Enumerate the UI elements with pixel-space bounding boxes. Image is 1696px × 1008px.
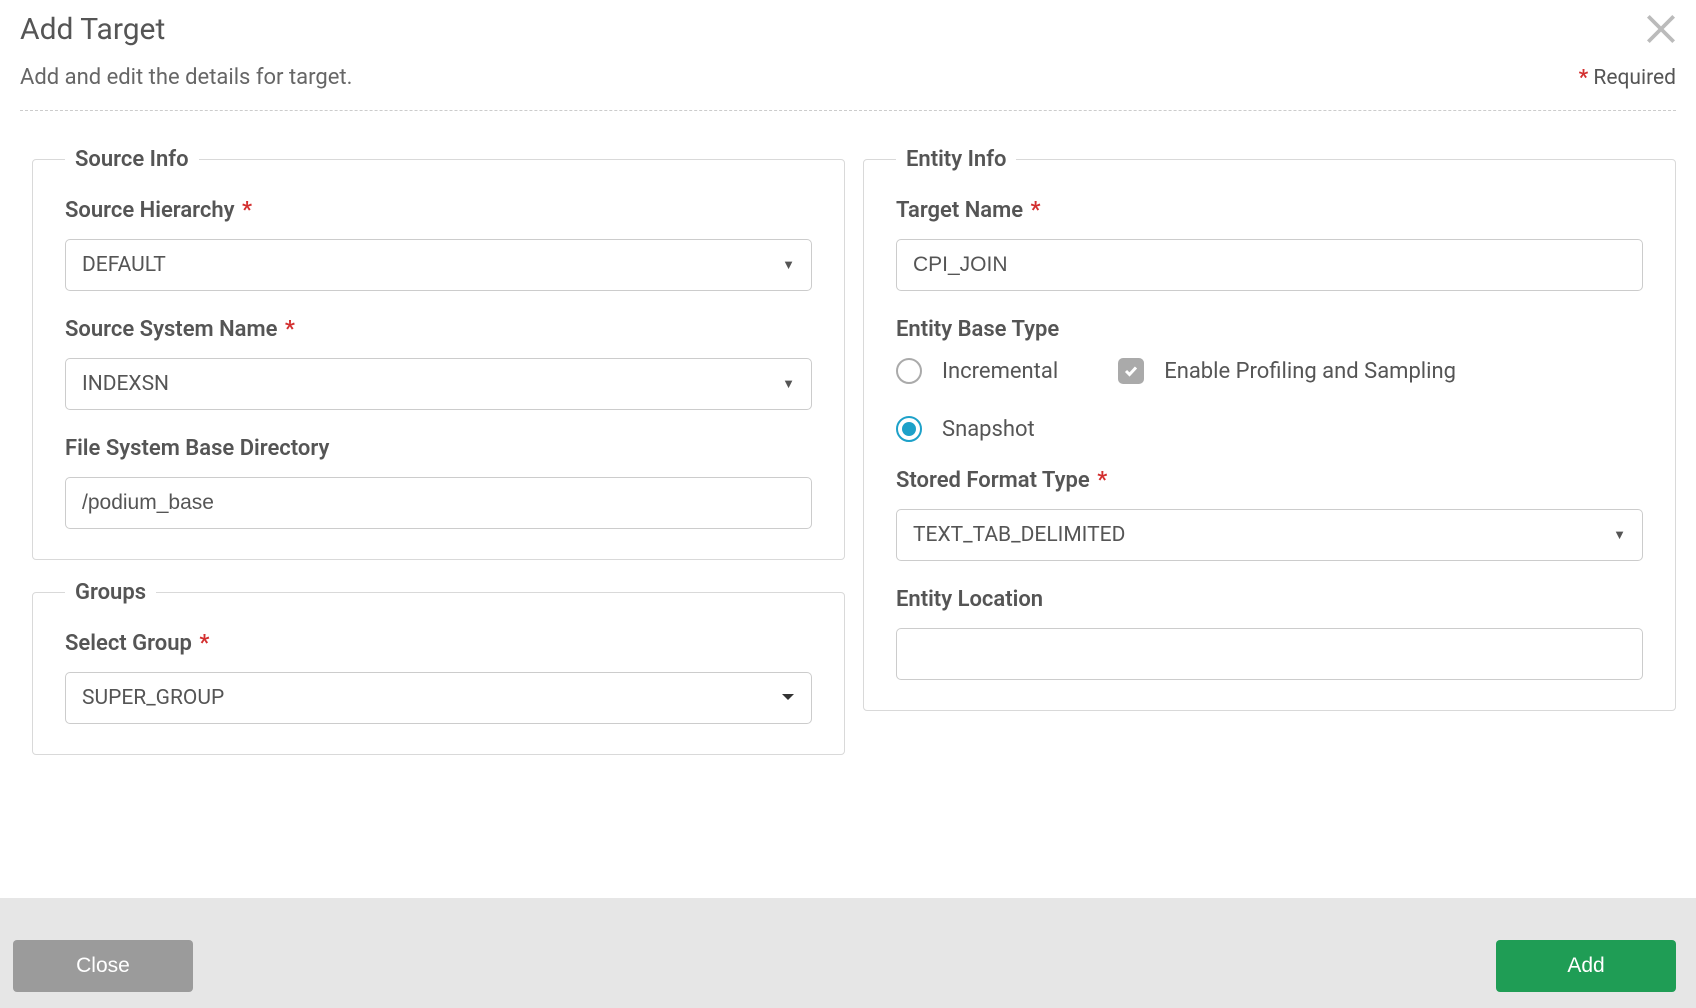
- chevron-down-icon: ▼: [1613, 527, 1626, 543]
- add-button[interactable]: Add: [1496, 940, 1676, 992]
- base-directory-input[interactable]: [65, 477, 812, 529]
- radio-unchecked-icon: [896, 358, 922, 384]
- entity-info-legend: Entity Info: [896, 147, 1016, 172]
- entity-location-label: Entity Location: [896, 587, 1643, 612]
- stored-format-select[interactable]: TEXT_TAB_DELIMITED ▼: [896, 509, 1643, 561]
- enable-profiling-label: Enable Profiling and Sampling: [1164, 359, 1456, 384]
- entity-base-type-field: Entity Base Type Incremental Snapshot: [896, 317, 1643, 442]
- base-directory-label: File System Base Directory: [65, 436, 812, 461]
- snapshot-radio-label: Snapshot: [942, 417, 1035, 442]
- dialog-title: Add Target: [20, 12, 1676, 47]
- source-system-field: Source System Name * INDEXSN ▼: [65, 317, 812, 410]
- chevron-down-icon: [781, 691, 795, 706]
- chevron-down-icon: ▼: [782, 257, 795, 273]
- required-asterisk: *: [1097, 468, 1107, 493]
- close-icon[interactable]: [1642, 10, 1680, 52]
- dialog-footer: Close Add: [0, 898, 1696, 1008]
- entity-info-fieldset: Entity Info Target Name * Entity Base Ty…: [863, 147, 1676, 711]
- snapshot-radio[interactable]: Snapshot: [896, 416, 1058, 442]
- source-hierarchy-field: Source Hierarchy * DEFAULT ▼: [65, 198, 812, 291]
- required-asterisk: *: [1031, 198, 1041, 223]
- entity-location-field: Entity Location: [896, 587, 1643, 680]
- chevron-down-icon: ▼: [782, 376, 795, 392]
- entity-base-type-label: Entity Base Type: [896, 317, 1643, 342]
- incremental-radio[interactable]: Incremental: [896, 358, 1058, 384]
- stored-format-value: TEXT_TAB_DELIMITED: [913, 523, 1125, 547]
- add-target-dialog: Add Target Add and edit the details for …: [0, 0, 1696, 1008]
- select-group-field: Select Group * SUPER_GROUP: [65, 631, 812, 724]
- source-system-select[interactable]: INDEXSN ▼: [65, 358, 812, 410]
- target-name-field: Target Name *: [896, 198, 1643, 291]
- subtitle-row: Add and edit the details for target. * R…: [20, 65, 1676, 111]
- base-type-row: Incremental Snapshot Enable Profili: [896, 358, 1643, 442]
- base-type-radios: Incremental Snapshot: [896, 358, 1058, 442]
- required-asterisk: *: [242, 198, 252, 223]
- right-column: Entity Info Target Name * Entity Base Ty…: [863, 147, 1676, 755]
- source-info-legend: Source Info: [65, 147, 199, 172]
- required-asterisk: *: [199, 631, 209, 656]
- source-system-value: INDEXSN: [82, 372, 169, 396]
- required-legend: * Required: [1577, 66, 1676, 90]
- source-hierarchy-select[interactable]: DEFAULT ▼: [65, 239, 812, 291]
- checkbox-checked-icon: [1118, 358, 1144, 384]
- source-hierarchy-label: Source Hierarchy *: [65, 198, 812, 223]
- enable-profiling-checkbox[interactable]: Enable Profiling and Sampling: [1118, 358, 1456, 384]
- stored-format-label: Stored Format Type *: [896, 468, 1643, 493]
- select-group-value: SUPER_GROUP: [82, 686, 224, 710]
- select-group-label: Select Group *: [65, 631, 812, 656]
- groups-legend: Groups: [65, 580, 156, 605]
- source-system-label: Source System Name *: [65, 317, 812, 342]
- required-label-text: Required: [1593, 66, 1676, 90]
- source-hierarchy-value: DEFAULT: [82, 253, 166, 277]
- select-group-select[interactable]: SUPER_GROUP: [65, 672, 812, 724]
- groups-fieldset: Groups Select Group * SUPER_GROUP: [32, 580, 845, 755]
- dialog-header: Add Target Add and edit the details for …: [0, 0, 1696, 111]
- base-directory-field: File System Base Directory: [65, 436, 812, 529]
- entity-location-input[interactable]: [896, 628, 1643, 680]
- target-name-input[interactable]: [896, 239, 1643, 291]
- required-asterisk: *: [285, 317, 295, 342]
- left-column: Source Info Source Hierarchy * DEFAULT ▼…: [32, 147, 845, 755]
- stored-format-field: Stored Format Type * TEXT_TAB_DELIMITED …: [896, 468, 1643, 561]
- dialog-subtitle: Add and edit the details for target.: [20, 65, 352, 90]
- close-button[interactable]: Close: [13, 940, 193, 992]
- target-name-label: Target Name *: [896, 198, 1643, 223]
- radio-checked-icon: [896, 416, 922, 442]
- dialog-body: Source Info Source Hierarchy * DEFAULT ▼…: [0, 111, 1696, 755]
- source-info-fieldset: Source Info Source Hierarchy * DEFAULT ▼…: [32, 147, 845, 560]
- incremental-radio-label: Incremental: [942, 359, 1058, 384]
